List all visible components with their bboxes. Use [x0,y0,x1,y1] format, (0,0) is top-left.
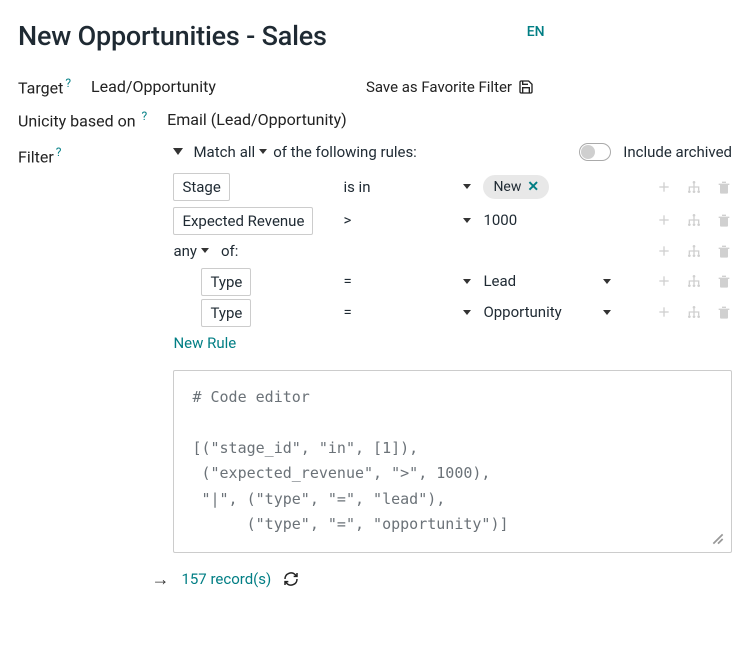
include-archived-label: Include archived [623,143,732,161]
save-favorite-filter[interactable]: Save as Favorite Filter [366,78,534,96]
language-selector[interactable]: EN [527,24,545,40]
trash-icon[interactable] [716,273,732,289]
rule-field-select[interactable]: Type [201,268,251,296]
chevron-down-icon [463,184,471,189]
save-icon [518,79,534,95]
refresh-icon[interactable] [283,571,299,587]
chevron-down-icon [259,149,267,154]
rule-field-select[interactable]: Stage [173,173,229,201]
chevron-down-icon [463,279,471,284]
rule-value-tag: New✕ [483,175,549,199]
tree-icon[interactable] [686,179,702,195]
add-icon[interactable] [656,212,672,228]
trash-icon[interactable] [716,304,732,320]
tree-icon[interactable] [686,304,702,320]
unicity-value[interactable]: Email (Lead/Opportunity) [167,110,347,129]
rule-operator-select[interactable]: = [343,303,473,321]
add-icon[interactable] [656,304,672,320]
rule-operator-select[interactable]: > [343,211,473,229]
help-icon[interactable]: ? [65,76,71,90]
chevron-down-icon [201,248,209,253]
code-editor[interactable]: # Code editor [("stage_id", "in", [1]), … [173,370,732,553]
filter-label: Filter? [18,145,61,166]
arrow-right-icon: → [151,569,169,590]
target-label: Target? [18,76,71,97]
group-mode-select[interactable]: any [173,242,211,260]
chevron-down-icon [463,310,471,315]
add-icon[interactable] [656,273,672,289]
records-link[interactable]: 157 record(s) [181,570,271,588]
page-title: New Opportunities - Sales [18,20,327,52]
rule-operator-select[interactable]: is in [343,178,473,196]
help-icon[interactable]: ? [142,109,148,123]
rule-row: Stage is in New✕ [173,175,732,199]
rule-operator-select[interactable]: = [343,272,473,290]
rule-value-select[interactable]: Opportunity [483,303,613,321]
help-icon[interactable]: ? [56,145,62,159]
trash-icon[interactable] [716,212,732,228]
unicity-label: Unicity based on ? [18,109,147,130]
tree-icon[interactable] [686,243,702,259]
chevron-down-icon [463,218,471,223]
trash-icon[interactable] [716,243,732,259]
chevron-down-icon [603,279,611,284]
rule-group-header: any of: [173,242,732,260]
new-rule-button[interactable]: New Rule [173,334,732,352]
rule-row: Type = Lead [201,272,732,291]
rule-field-select[interactable]: Expected Revenue [173,207,313,235]
rule-actions [656,304,732,320]
rule-actions [656,273,732,289]
add-icon[interactable] [656,179,672,195]
rule-actions [656,179,732,195]
rule-field-select[interactable]: Type [201,299,251,327]
rule-value-select[interactable]: Lead [483,272,613,290]
match-mode-select[interactable]: all [240,143,269,161]
rule-row: Type = Opportunity [201,303,732,322]
resize-handle-icon[interactable] [711,532,725,546]
remove-tag-icon[interactable]: ✕ [527,179,539,195]
collapse-icon[interactable] [173,148,183,155]
target-value[interactable]: Lead/Opportunity [91,77,216,96]
rule-actions [656,243,732,259]
rule-actions [656,212,732,228]
trash-icon[interactable] [716,179,732,195]
rule-row: Expected Revenue > 1000 [173,211,732,230]
add-icon[interactable] [656,243,672,259]
include-archived-toggle[interactable] [579,143,611,161]
tree-icon[interactable] [686,212,702,228]
chevron-down-icon [603,310,611,315]
rule-value-input[interactable]: 1000 [483,211,517,229]
tree-icon[interactable] [686,273,702,289]
